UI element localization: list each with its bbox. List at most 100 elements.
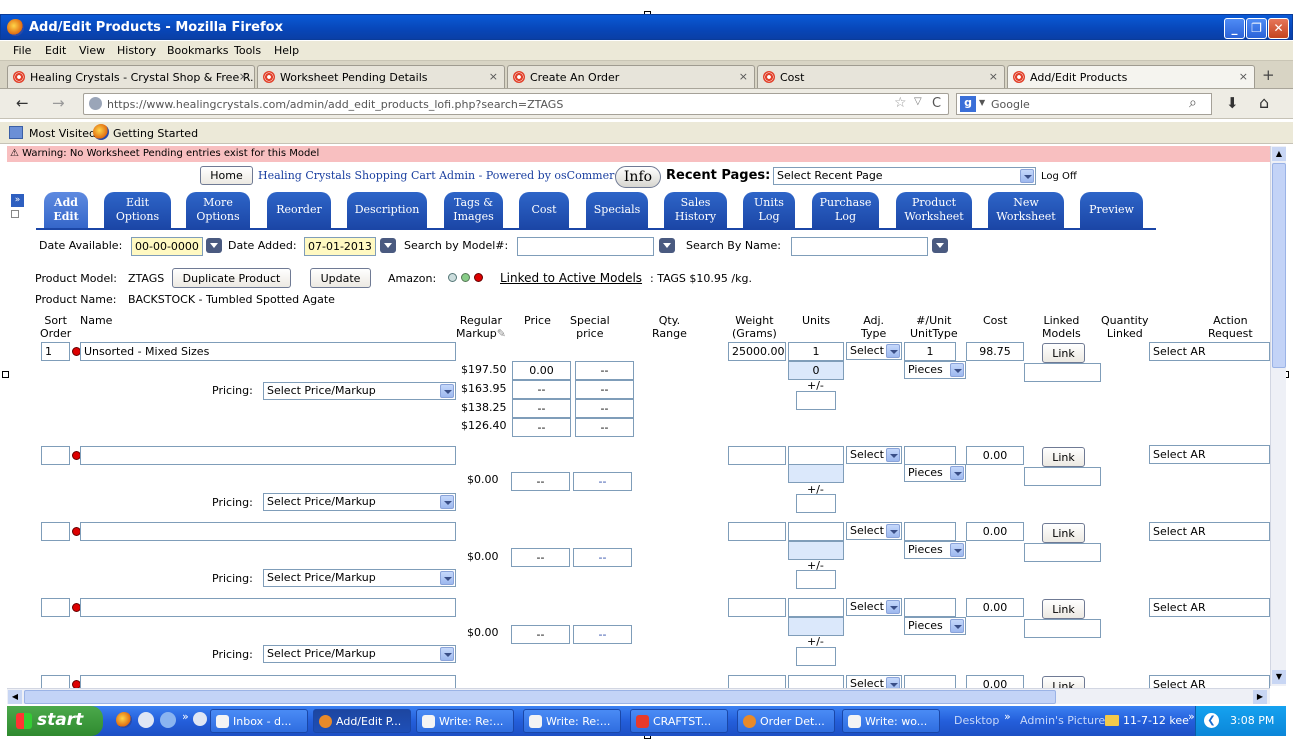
action-request-select[interactable]: Select AR <box>1149 598 1270 617</box>
adjust-units-input[interactable] <box>796 391 836 410</box>
page-tab-new-worksheet[interactable]: New Worksheet <box>988 192 1064 229</box>
search-engine-dropdown-icon[interactable]: ▼ <box>979 98 985 107</box>
special-price-input[interactable]: -- <box>573 548 632 567</box>
weight-input[interactable] <box>728 598 786 617</box>
page-tab-reorder[interactable]: Reorder <box>267 192 331 229</box>
sort-order-input[interactable] <box>41 598 70 617</box>
scroll-left-icon[interactable]: ◀ <box>8 690 22 704</box>
price-tier-3[interactable]: -- <box>512 399 571 418</box>
edit-icon[interactable]: ✎ <box>497 327 506 340</box>
page-tab-sales-history[interactable]: Sales History <box>664 192 727 229</box>
per-unit-input[interactable] <box>904 446 956 465</box>
pricing-select[interactable]: Select Price/Markup <box>263 569 456 587</box>
tray-back-icon[interactable]: ❮ <box>1204 713 1219 728</box>
desktop-toolbar[interactable]: Desktop <box>954 714 999 727</box>
search-icon[interactable]: ⌕ <box>1189 95 1197 111</box>
cost-input[interactable]: 0.00 <box>966 675 1024 688</box>
unit-type-select[interactable]: Pieces <box>904 617 966 635</box>
units-sub-input[interactable] <box>788 541 844 560</box>
sort-order-input[interactable] <box>41 675 70 688</box>
new-tab-button[interactable]: + <box>1262 66 1275 84</box>
tab-cost[interactable]: Cost × <box>757 65 1005 88</box>
product-name-input[interactable] <box>80 598 456 617</box>
taskbar-item-write-2[interactable]: Write: Re:... <box>523 709 621 733</box>
reload-icon[interactable]: C <box>932 96 941 111</box>
action-request-select[interactable]: Select AR <box>1149 342 1270 361</box>
adjust-units-input[interactable] <box>796 494 836 513</box>
sort-order-input[interactable] <box>41 522 70 541</box>
weight-input[interactable] <box>728 522 786 541</box>
quicklaunch-browser-icon[interactable] <box>138 712 154 728</box>
page-tab-preview[interactable]: Preview <box>1080 192 1143 229</box>
logoff-link[interactable]: Log Off <box>1041 171 1077 182</box>
resize-handle[interactable] <box>2 371 9 378</box>
page-tab-add-edit[interactable]: Add Edit <box>44 192 88 229</box>
home-button[interactable]: Home <box>200 166 253 185</box>
per-unit-input[interactable] <box>904 675 956 688</box>
weight-input[interactable] <box>728 675 786 688</box>
tab-worksheet-pending[interactable]: Worksheet Pending Details × <box>257 65 505 88</box>
menu-bookmarks[interactable]: Bookmarks <box>167 44 228 57</box>
quicklaunch-firefox-icon[interactable] <box>116 712 132 728</box>
per-unit-input[interactable] <box>904 598 956 617</box>
action-request-select[interactable]: Select AR <box>1149 445 1270 464</box>
taskbar-item-inbox[interactable]: Inbox - d... <box>210 709 308 733</box>
quicklaunch-app-icon[interactable] <box>193 712 207 726</box>
collapse-icon[interactable]: » <box>11 194 24 207</box>
link-button[interactable]: Link <box>1042 599 1085 619</box>
maximize-button[interactable]: ❐ <box>1246 18 1267 39</box>
link-button[interactable]: Link <box>1042 343 1085 363</box>
taskbar-item-write-1[interactable]: Write: Re:... <box>416 709 514 733</box>
price-input[interactable]: -- <box>511 548 570 567</box>
tab-close-icon[interactable]: × <box>1239 70 1248 83</box>
price-input[interactable]: -- <box>511 472 570 491</box>
page-tab-purchase-log[interactable]: Purchase Log <box>812 192 879 229</box>
taskbar-item-order-det[interactable]: Order Det... <box>737 709 835 733</box>
action-request-select[interactable]: Select AR <box>1149 522 1270 541</box>
page-tab-edit-options[interactable]: Edit Options <box>104 192 171 229</box>
menu-file[interactable]: File <box>13 44 31 57</box>
calendar-dropdown-icon[interactable] <box>206 238 222 253</box>
pricing-select[interactable]: Select Price/Markup <box>263 382 456 400</box>
adjust-units-input[interactable] <box>796 570 836 589</box>
vertical-scrollbar[interactable]: ▲ ▼ <box>1270 146 1286 686</box>
horizontal-scrollbar[interactable]: ◀ ▶ <box>7 688 1270 704</box>
units-sub-input[interactable] <box>788 617 844 636</box>
page-tab-cost[interactable]: Cost <box>519 192 569 229</box>
pricing-select[interactable]: Select Price/Markup <box>263 645 456 663</box>
download-icon[interactable]: ⬇ <box>1226 94 1239 112</box>
adjust-units-input[interactable] <box>796 647 836 666</box>
home-icon[interactable]: ⌂ <box>1259 93 1269 112</box>
special-price-input[interactable]: -- <box>573 625 632 644</box>
adj-type-select[interactable]: Select <box>846 522 902 540</box>
scroll-right-icon[interactable]: ▶ <box>1253 690 1267 704</box>
folder-toolbar[interactable]: 11-7-12 kee <box>1123 714 1189 727</box>
weight-input[interactable] <box>728 446 786 465</box>
back-icon[interactable]: ← <box>16 94 29 112</box>
tab-create-order[interactable]: Create An Order × <box>507 65 755 88</box>
close-button[interactable]: ✕ <box>1268 18 1289 39</box>
adj-type-select[interactable]: Select <box>846 446 902 464</box>
units-input[interactable] <box>788 675 844 688</box>
info-button[interactable]: Info <box>615 166 661 188</box>
date-available-input[interactable]: 00-00-0000 <box>131 237 203 256</box>
page-tab-units-log[interactable]: Units Log <box>743 192 795 229</box>
menu-tools[interactable]: Tools <box>234 44 261 57</box>
date-added-input[interactable]: 07-01-2013 <box>304 237 376 256</box>
tab-close-icon[interactable]: × <box>239 70 248 83</box>
sort-order-input[interactable]: 1 <box>41 342 70 361</box>
pricing-select[interactable]: Select Price/Markup <box>263 493 456 511</box>
page-tab-more-options[interactable]: More Options <box>186 192 250 229</box>
product-name-input[interactable] <box>80 446 456 465</box>
cost-input[interactable]: 0.00 <box>966 522 1024 541</box>
recent-pages-select[interactable]: Select Recent Page <box>773 167 1036 185</box>
checkbox[interactable] <box>11 210 19 218</box>
linked-models-input[interactable] <box>1024 467 1101 486</box>
minimize-button[interactable]: _ <box>1224 18 1245 39</box>
bookmark-getting-started[interactable]: Getting Started <box>113 127 198 140</box>
action-request-select[interactable]: Select AR <box>1149 675 1270 688</box>
units-input[interactable]: 1 <box>788 342 844 361</box>
tab-healing-crystals[interactable]: Healing Crystals - Crystal Shop & Free R… <box>7 65 255 88</box>
calendar-dropdown-icon[interactable] <box>380 238 396 253</box>
linked-models-input[interactable] <box>1024 619 1101 638</box>
